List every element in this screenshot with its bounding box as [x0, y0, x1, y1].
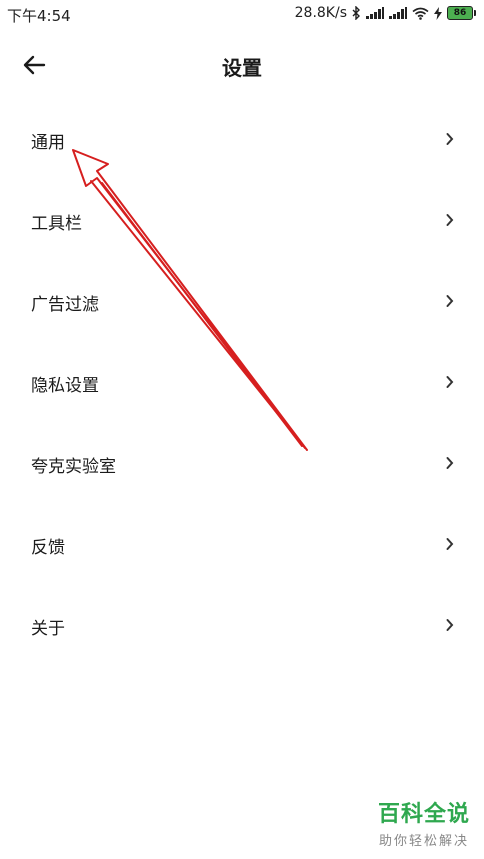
chevron-right-icon — [446, 457, 454, 469]
chevron-right-icon — [446, 214, 454, 226]
menu-item-toolbar[interactable]: 工具栏 — [0, 181, 484, 262]
battery-tip — [474, 10, 476, 16]
menu-item-label: 隐私设置 — [31, 376, 99, 396]
chevron-right-icon — [446, 619, 454, 631]
menu-item-feedback[interactable]: 反馈 — [0, 505, 484, 586]
watermark-title: 百科全说 — [377, 802, 470, 827]
menu-item-labs[interactable]: 夸克实验室 — [0, 424, 484, 505]
menu-item-privacy[interactable]: 隐私设置 — [0, 343, 484, 424]
menu-item-ad-filter[interactable]: 广告过滤 — [0, 262, 484, 343]
page-title: 设置 — [222, 56, 262, 80]
battery-level: 86 — [447, 6, 473, 20]
menu-item-general[interactable]: 通用 — [0, 100, 484, 181]
menu-item-label: 夸克实验室 — [31, 457, 116, 477]
charging-icon — [434, 6, 442, 20]
wifi-icon — [412, 7, 429, 20]
bluetooth-icon — [352, 6, 361, 20]
menu-item-about[interactable]: 关于 — [0, 586, 484, 667]
net-speed: 28.8K/s — [294, 5, 347, 21]
battery-icon: 86 — [447, 6, 476, 20]
watermark-subtitle: 助你轻松解决 — [378, 834, 469, 849]
menu-item-label: 关于 — [31, 619, 65, 639]
menu-item-label: 工具栏 — [31, 214, 82, 234]
status-right-group: 28.8K/s 86 — [295, 5, 476, 21]
status-time: 下午4:54 — [7, 7, 71, 25]
watermark-logo: 百科全说 助你轻松解决 — [378, 796, 470, 849]
header: 设置 — [0, 40, 484, 90]
chevron-right-icon — [446, 133, 454, 145]
signal-icon — [389, 7, 407, 19]
chevron-right-icon — [446, 376, 454, 388]
settings-menu-list: 通用 工具栏 广告过滤 隐私设置 夸克实验室 反馈 关于 — [0, 100, 484, 667]
menu-item-label: 反馈 — [31, 538, 65, 558]
chevron-right-icon — [446, 295, 454, 307]
chevron-right-icon — [446, 538, 454, 550]
menu-item-label: 通用 — [31, 133, 65, 153]
signal-icon — [366, 7, 384, 19]
status-bar: 下午4:54 28.8K/s 86 — [0, 0, 484, 30]
menu-item-label: 广告过滤 — [31, 295, 99, 315]
